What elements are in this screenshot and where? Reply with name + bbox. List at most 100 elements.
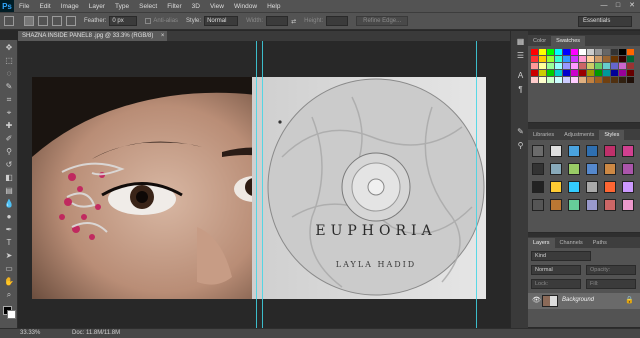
crop-tool-icon[interactable]: ⌗: [3, 94, 15, 105]
color-swatch[interactable]: [579, 63, 586, 69]
menu-file[interactable]: File: [14, 3, 34, 10]
menu-help[interactable]: Help: [262, 3, 285, 10]
color-swatch[interactable]: [539, 63, 546, 69]
color-swatch[interactable]: [595, 49, 602, 55]
color-swatch[interactable]: [603, 49, 610, 55]
quick-select-tool-icon[interactable]: ✎: [3, 81, 15, 92]
tab-styles[interactable]: Styles: [599, 130, 625, 140]
style-preset[interactable]: [568, 181, 580, 193]
eyedropper-tool-icon[interactable]: ⌖: [3, 107, 15, 118]
color-swatch[interactable]: [627, 70, 634, 76]
color-swatch[interactable]: [563, 77, 570, 83]
path-selection-tool-icon[interactable]: ➤: [3, 250, 15, 261]
guide-line[interactable]: [476, 41, 477, 328]
color-swatch[interactable]: [531, 49, 538, 55]
style-preset[interactable]: [550, 145, 562, 157]
color-swatch[interactable]: [619, 56, 626, 62]
color-swatch[interactable]: [587, 70, 594, 76]
tab-channels[interactable]: Channels: [555, 238, 588, 248]
color-swatch[interactable]: [563, 70, 570, 76]
clone-stamp-tool-icon[interactable]: ⚲: [3, 146, 15, 157]
style-preset[interactable]: [604, 199, 616, 211]
color-swatch[interactable]: [595, 77, 602, 83]
color-swatch[interactable]: [627, 63, 634, 69]
background-color-swatch[interactable]: [7, 310, 16, 319]
color-swatch[interactable]: [555, 56, 562, 62]
color-swatch[interactable]: [619, 49, 626, 55]
style-preset[interactable]: [604, 163, 616, 175]
color-swatch[interactable]: [603, 70, 610, 76]
tab-libraries[interactable]: Libraries: [528, 130, 559, 140]
style-preset[interactable]: [550, 181, 562, 193]
canvas-area[interactable]: EUPHORIA LAYLA HADID: [18, 41, 510, 328]
color-swatch[interactable]: [531, 77, 538, 83]
style-preset[interactable]: [532, 163, 544, 175]
tab-swatches[interactable]: Swatches: [551, 36, 586, 46]
color-swatch[interactable]: [603, 77, 610, 83]
marquee-tool-icon[interactable]: ⬚: [3, 55, 15, 66]
healing-brush-tool-icon[interactable]: ✚: [3, 120, 15, 131]
color-swatch[interactable]: [531, 56, 538, 62]
menu-view[interactable]: View: [205, 3, 229, 10]
hand-tool-icon[interactable]: ✋: [3, 276, 15, 287]
menu-select[interactable]: Select: [134, 3, 162, 10]
eye-icon[interactable]: 👁: [532, 296, 541, 304]
color-swatch[interactable]: [595, 63, 602, 69]
style-preset[interactable]: [586, 199, 598, 211]
color-swatch[interactable]: [571, 70, 578, 76]
dodge-tool-icon[interactable]: ●: [3, 211, 15, 222]
tab-layers[interactable]: Layers: [528, 238, 555, 248]
paragraph-panel-icon[interactable]: ¶: [515, 85, 526, 95]
color-swatch[interactable]: [619, 70, 626, 76]
color-swatch[interactable]: [547, 77, 554, 83]
color-swatch[interactable]: [611, 77, 618, 83]
brush-panel-icon[interactable]: ✎: [515, 127, 526, 137]
style-preset[interactable]: [568, 163, 580, 175]
properties-panel-icon[interactable]: ☰: [515, 51, 526, 61]
color-swatch[interactable]: [555, 63, 562, 69]
tab-color[interactable]: Color: [528, 36, 551, 46]
close-button[interactable]: ✕: [626, 1, 638, 11]
color-swatch[interactable]: [539, 56, 546, 62]
layer-kind-filter[interactable]: Kind: [531, 251, 591, 261]
tab-paths[interactable]: Paths: [588, 238, 612, 248]
color-swatch[interactable]: [587, 63, 594, 69]
color-swatch[interactable]: [531, 63, 538, 69]
color-swatch[interactable]: [547, 70, 554, 76]
menu-filter[interactable]: Filter: [162, 3, 186, 10]
guide-line[interactable]: [262, 41, 263, 328]
subtract-from-selection-icon[interactable]: [52, 16, 62, 26]
style-preset[interactable]: [622, 199, 634, 211]
zoom-level[interactable]: 33.33%: [20, 330, 40, 336]
brush-tool-icon[interactable]: ✐: [3, 133, 15, 144]
color-swatch[interactable]: [611, 56, 618, 62]
color-swatch[interactable]: [571, 56, 578, 62]
color-swatch[interactable]: [563, 56, 570, 62]
color-swatch[interactable]: [539, 77, 546, 83]
menu-type[interactable]: Type: [110, 3, 134, 10]
menu-image[interactable]: Image: [56, 3, 84, 10]
guide-line[interactable]: [256, 41, 257, 328]
color-swatch[interactable]: [563, 63, 570, 69]
document-tab[interactable]: SHAZNA INSIDE PANEL8 .jpg @ 33.3% (RGB/8…: [18, 31, 168, 41]
color-swatch[interactable]: [555, 77, 562, 83]
add-to-selection-icon[interactable]: [38, 16, 48, 26]
color-swatch[interactable]: [555, 49, 562, 55]
menu-edit[interactable]: Edit: [34, 3, 55, 10]
style-preset[interactable]: [532, 181, 544, 193]
style-preset[interactable]: [532, 145, 544, 157]
blur-tool-icon[interactable]: 💧: [3, 198, 15, 209]
move-tool-icon[interactable]: ✥: [3, 42, 15, 53]
width-input[interactable]: [266, 16, 289, 26]
color-swatch[interactable]: [579, 70, 586, 76]
zoom-tool-icon[interactable]: ⌕: [3, 289, 15, 300]
eraser-tool-icon[interactable]: ◧: [3, 172, 15, 183]
antialias-checkbox[interactable]: [145, 18, 152, 24]
color-swatch[interactable]: [563, 49, 570, 55]
color-swatch[interactable]: [611, 70, 618, 76]
color-swatch[interactable]: [611, 49, 618, 55]
style-preset[interactable]: [622, 145, 634, 157]
workspace-select[interactable]: Essentials: [578, 16, 632, 27]
style-preset[interactable]: [550, 199, 562, 211]
color-swatch[interactable]: [571, 49, 578, 55]
